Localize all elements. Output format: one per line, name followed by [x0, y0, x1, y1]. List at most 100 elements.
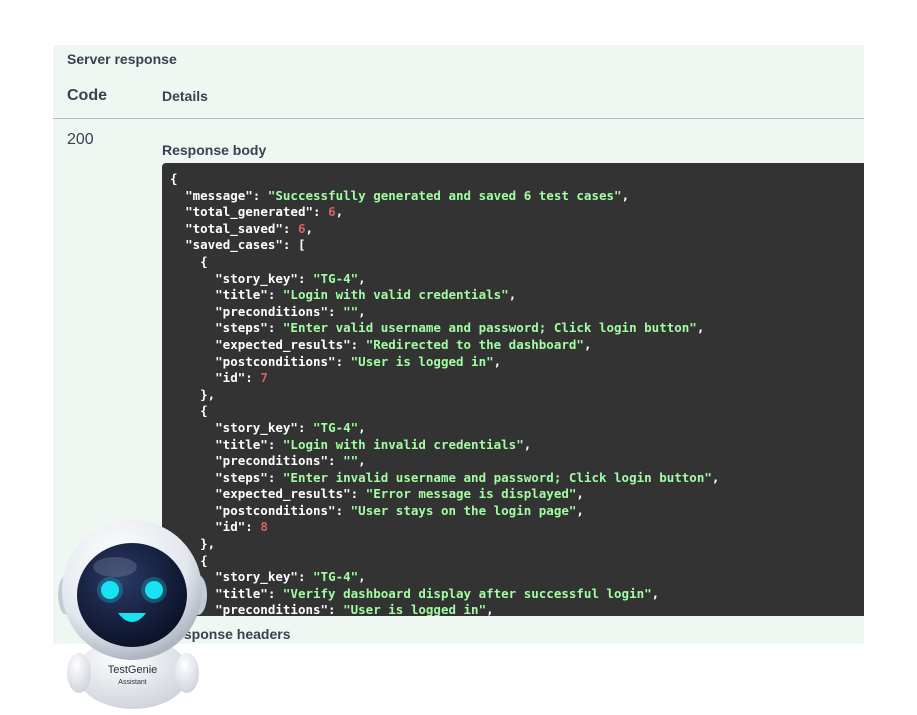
- code-line: "title": "Login with valid credentials",: [170, 287, 719, 304]
- code-line: "story_key": "TG-4",: [170, 271, 719, 288]
- json-punctuation: [170, 287, 215, 302]
- json-punctuation: [170, 271, 215, 286]
- code-line: "title": "Verify dashboard display after…: [170, 586, 719, 603]
- json-key: "total_generated": [185, 204, 313, 220]
- code-line: "id": 7: [170, 370, 719, 387]
- json-key: "expected_results": [215, 486, 351, 502]
- assistant-subtitle: Assistant: [118, 679, 147, 686]
- code-line: "saved_cases": [: [170, 237, 719, 254]
- json-string: "User is logged in": [343, 602, 487, 616]
- json-punctuation: :: [335, 502, 351, 518]
- json-string: "": [343, 303, 359, 319]
- json-number: 8: [260, 519, 268, 535]
- json-key: "preconditions": [215, 453, 329, 469]
- json-string: "Error message is displayed": [365, 486, 577, 502]
- json-string: "TG-4": [313, 270, 359, 286]
- response-status-code: 200: [67, 131, 94, 148]
- json-string: "Login with valid credentials": [282, 287, 509, 303]
- json-key: "postconditions": [215, 353, 336, 369]
- json-key: "id": [215, 519, 246, 535]
- json-key: "saved_cases": [185, 237, 283, 253]
- json-punctuation: :: [328, 453, 344, 469]
- json-punctuation: :: [245, 370, 261, 386]
- json-key: "id": [215, 370, 246, 386]
- json-punctuation: ,: [358, 453, 366, 469]
- json-punctuation: [170, 304, 215, 319]
- server-response-title: Server response: [67, 51, 177, 67]
- json-string: "Redirected to the dashboard": [365, 336, 584, 352]
- json-punctuation: :: [245, 519, 261, 535]
- json-punctuation: :: [313, 204, 329, 220]
- json-punctuation: :: [252, 187, 268, 203]
- code-line: "title": "Login with invalid credentials…: [170, 437, 719, 454]
- json-punctuation: {: [170, 171, 178, 186]
- json-punctuation: {: [170, 403, 208, 419]
- code-line: "message": "Successfully generated and s…: [170, 188, 719, 205]
- code-line: {: [170, 171, 719, 188]
- json-punctuation: :: [267, 469, 283, 485]
- json-punctuation: ,: [621, 187, 630, 203]
- assistant-name: TestGenie: [107, 664, 158, 676]
- code-line: "story_key": "TG-4",: [170, 420, 719, 437]
- json-punctuation: ,: [523, 436, 532, 452]
- json-key: "preconditions": [215, 303, 329, 319]
- json-punctuation: [170, 337, 215, 352]
- code-line: },: [170, 536, 719, 553]
- json-punctuation: ,: [358, 303, 366, 319]
- response-body-title: Response body: [162, 142, 267, 158]
- json-punctuation: ,: [335, 204, 344, 220]
- json-number: 6: [328, 204, 336, 220]
- json-punctuation: [170, 370, 215, 385]
- json-punctuation: [170, 320, 215, 335]
- code-line: {: [170, 553, 719, 570]
- json-string: "TG-4": [313, 569, 359, 585]
- json-punctuation: :: [282, 220, 298, 236]
- json-punctuation: :: [267, 585, 283, 601]
- json-punctuation: [170, 188, 185, 203]
- json-punctuation: ,: [493, 353, 502, 369]
- json-punctuation: :: [297, 569, 314, 585]
- json-punctuation: ,: [305, 220, 314, 236]
- json-string: "User stays on the login page": [350, 502, 577, 518]
- json-punctuation: ,: [486, 602, 494, 616]
- testgenie-assistant-widget[interactable]: TestGenie Assistant: [55, 515, 210, 710]
- code-line: },: [170, 387, 719, 404]
- json-key: "preconditions": [215, 602, 329, 616]
- code-line: "steps": "Enter valid username and passw…: [170, 320, 719, 337]
- json-key: "steps": [215, 469, 268, 485]
- json-punctuation: [170, 453, 215, 468]
- json-punctuation: ,: [583, 336, 592, 352]
- json-punctuation: [170, 420, 215, 435]
- json-number: 7: [260, 370, 268, 386]
- code-line: "expected_results": "Redirected to the d…: [170, 337, 719, 354]
- json-punctuation: {: [170, 253, 208, 269]
- json-punctuation: ,: [508, 287, 517, 303]
- json-key: "title": [215, 585, 268, 601]
- json-string: "Successfully generated and saved 6 test…: [267, 187, 622, 203]
- code-column-header: Code: [67, 87, 107, 104]
- table-divider: [53, 118, 864, 119]
- code-line: "steps": "Enter invalid username and pas…: [170, 470, 719, 487]
- json-punctuation: ,: [651, 585, 660, 601]
- response-body-code-block[interactable]: { "message": "Successfully generated and…: [162, 163, 864, 616]
- json-key: "story_key": [215, 569, 298, 585]
- json-punctuation: [170, 354, 215, 369]
- json-key: "title": [215, 287, 268, 303]
- json-punctuation: [170, 470, 215, 485]
- json-punctuation: ,: [711, 469, 720, 485]
- code-line: {: [170, 403, 719, 420]
- json-key: "steps": [215, 320, 268, 336]
- json-punctuation: :: [335, 353, 351, 369]
- json-punctuation: :: [297, 270, 314, 286]
- json-punctuation: ,: [358, 569, 366, 585]
- json-punctuation: [170, 486, 215, 501]
- json-string: "Enter valid username and password; Clic…: [282, 320, 697, 336]
- code-line: "total_generated": 6,: [170, 204, 719, 221]
- code-line: "preconditions": "User is logged in",: [170, 602, 719, 616]
- json-punctuation: :: [297, 419, 314, 435]
- code-line: "postconditions": "User stays on the log…: [170, 503, 719, 520]
- code-line: "total_saved": 6,: [170, 221, 719, 238]
- json-punctuation: :: [267, 287, 283, 303]
- code-line: "expected_results": "Error message is di…: [170, 486, 719, 503]
- json-punctuation: ,: [696, 320, 705, 336]
